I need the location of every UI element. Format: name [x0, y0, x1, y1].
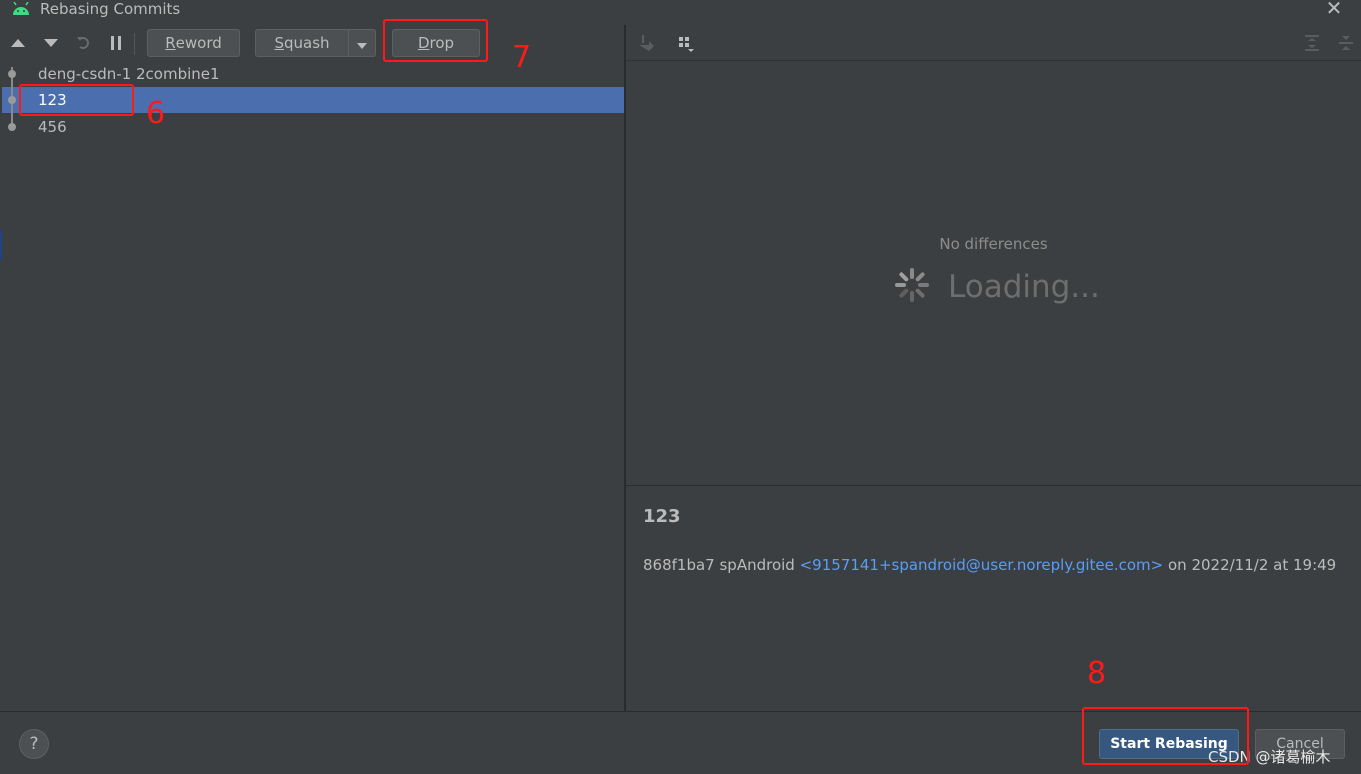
- annotation-number-8: 8: [1087, 656, 1107, 691]
- compare-arrow-icon[interactable]: [636, 33, 656, 53]
- reword-label: eword: [175, 34, 222, 52]
- annotation-box-drop: [383, 19, 488, 62]
- annotation-number-6: 6: [146, 96, 166, 131]
- toolbar-separator: [134, 33, 135, 55]
- grid-options-icon[interactable]: [676, 33, 696, 53]
- title-bar: Rebasing Commits ✕: [0, 0, 1361, 20]
- reword-mnemonic: R: [165, 34, 176, 52]
- commit-subject: 123: [643, 506, 681, 527]
- commit-meta: 868f1ba7 spAndroid <9157141+spandroid@us…: [643, 556, 1336, 574]
- move-up-icon[interactable]: [8, 33, 28, 53]
- no-differences-text: No differences: [939, 235, 1048, 253]
- help-button[interactable]: ?: [19, 729, 49, 759]
- annotation-box-commit: [19, 84, 134, 116]
- annotation-box-start: [1082, 707, 1249, 765]
- commit-details: 123 868f1ba7 spAndroid <9157141+spandroi…: [626, 485, 1361, 711]
- squash-mnemonic: S: [274, 34, 284, 52]
- collapse-all-icon[interactable]: [1336, 33, 1356, 53]
- annotation-number-7: 7: [512, 40, 532, 75]
- diff-panel: No differences Loading... 123 868f1ba7 s…: [626, 25, 1361, 711]
- loading-indicator: Loading...: [894, 267, 1100, 307]
- commit-list: deng-csdn-1 2combine1 123 456: [2, 61, 624, 711]
- window-title: Rebasing Commits: [40, 0, 181, 18]
- commit-node-icon: [8, 70, 16, 78]
- move-down-icon[interactable]: [41, 33, 61, 53]
- squash-label: quash: [283, 34, 330, 52]
- squash-dropdown-button[interactable]: [348, 29, 376, 57]
- diff-viewer: No differences Loading...: [626, 61, 1361, 485]
- commit-row[interactable]: 456: [2, 114, 624, 140]
- close-button[interactable]: ✕: [1323, 0, 1345, 18]
- undo-icon[interactable]: [74, 33, 94, 53]
- loading-text: Loading...: [948, 269, 1100, 305]
- author-email-link[interactable]: <9157141+spandroid@user.noreply.gitee.co…: [800, 556, 1164, 574]
- diff-toolbar: [626, 25, 1361, 61]
- reword-button[interactable]: Reword: [147, 29, 240, 57]
- chevron-down-icon: [357, 34, 367, 53]
- pause-icon[interactable]: [106, 33, 126, 53]
- spinner-icon: [894, 267, 930, 307]
- expand-all-icon[interactable]: [1302, 33, 1322, 53]
- android-icon: [11, 1, 31, 15]
- commit-label: 456: [38, 118, 67, 136]
- commit-hash-author: 868f1ba7 spAndroid: [643, 556, 800, 574]
- commit-date: on 2022/11/2 at 19:49: [1163, 556, 1337, 574]
- squash-button[interactable]: Squash: [255, 29, 349, 57]
- commit-node-icon: [8, 96, 16, 104]
- commit-panel: Reword Squash Drop deng-csdn-1 2combine1…: [2, 25, 624, 711]
- commit-node-icon: [8, 123, 16, 131]
